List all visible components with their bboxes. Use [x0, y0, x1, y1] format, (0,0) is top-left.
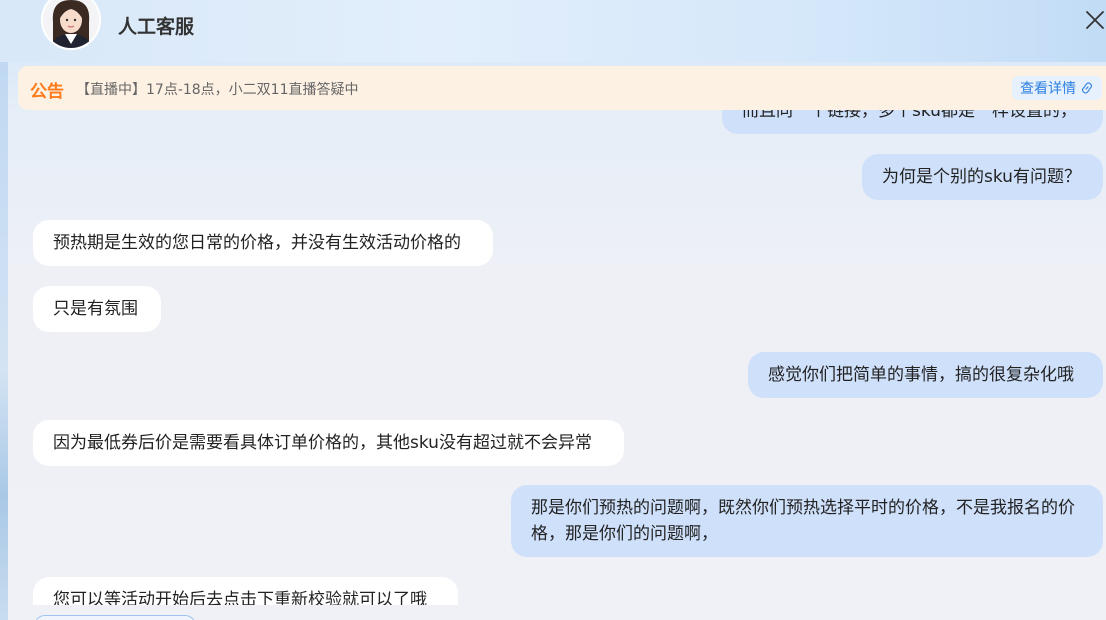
agent-avatar [41, 0, 101, 50]
close-icon [1086, 11, 1104, 29]
announcement-text: 【直播中】17点-18点，小二双11直播答疑中 [76, 82, 359, 98]
message-bubble-agent: 只是有氛围 [33, 286, 161, 332]
quick-action-pill[interactable] [34, 615, 196, 620]
chat-messages[interactable]: 而且同一个链接，多个sku都是一样设置的， 为何是个别的sku有问题？ 预热期是… [0, 110, 1106, 605]
page-title: 人工客服 [118, 16, 195, 38]
view-details-link[interactable]: 查看详情 [1012, 76, 1102, 100]
close-button[interactable] [1082, 7, 1106, 33]
message-bubble-agent: 因为最低券后价是需要看具体订单价格的，其他sku没有超过就不会异常 [33, 420, 624, 466]
message-bubble-me: 为何是个别的sku有问题？ [862, 154, 1103, 200]
message-bubble-me: 而且同一个链接，多个sku都是一样设置的， [722, 110, 1103, 134]
message-bubble-agent: 预热期是生效的您日常的价格，并没有生效活动价格的 [33, 220, 493, 266]
announcement-tag: 公告 [30, 82, 64, 102]
announcement-bar: 公告 【直播中】17点-18点，小二双11直播答疑中 查看详情 [18, 66, 1106, 110]
message-bubble-me: 那是你们预热的问题啊，既然你们预热选择平时的价格，不是我报名的价格，那是你们的问… [511, 485, 1103, 557]
chat-header: 人工客服 [0, 0, 1106, 62]
link-icon [1081, 82, 1093, 94]
message-bubble-me: 感觉你们把简单的事情，搞的很复杂化哦 [748, 352, 1103, 398]
view-details-label: 查看详情 [1020, 81, 1076, 97]
message-bubble-agent: 您可以等活动开始后去点击下重新校验就可以了哦 [33, 577, 458, 605]
